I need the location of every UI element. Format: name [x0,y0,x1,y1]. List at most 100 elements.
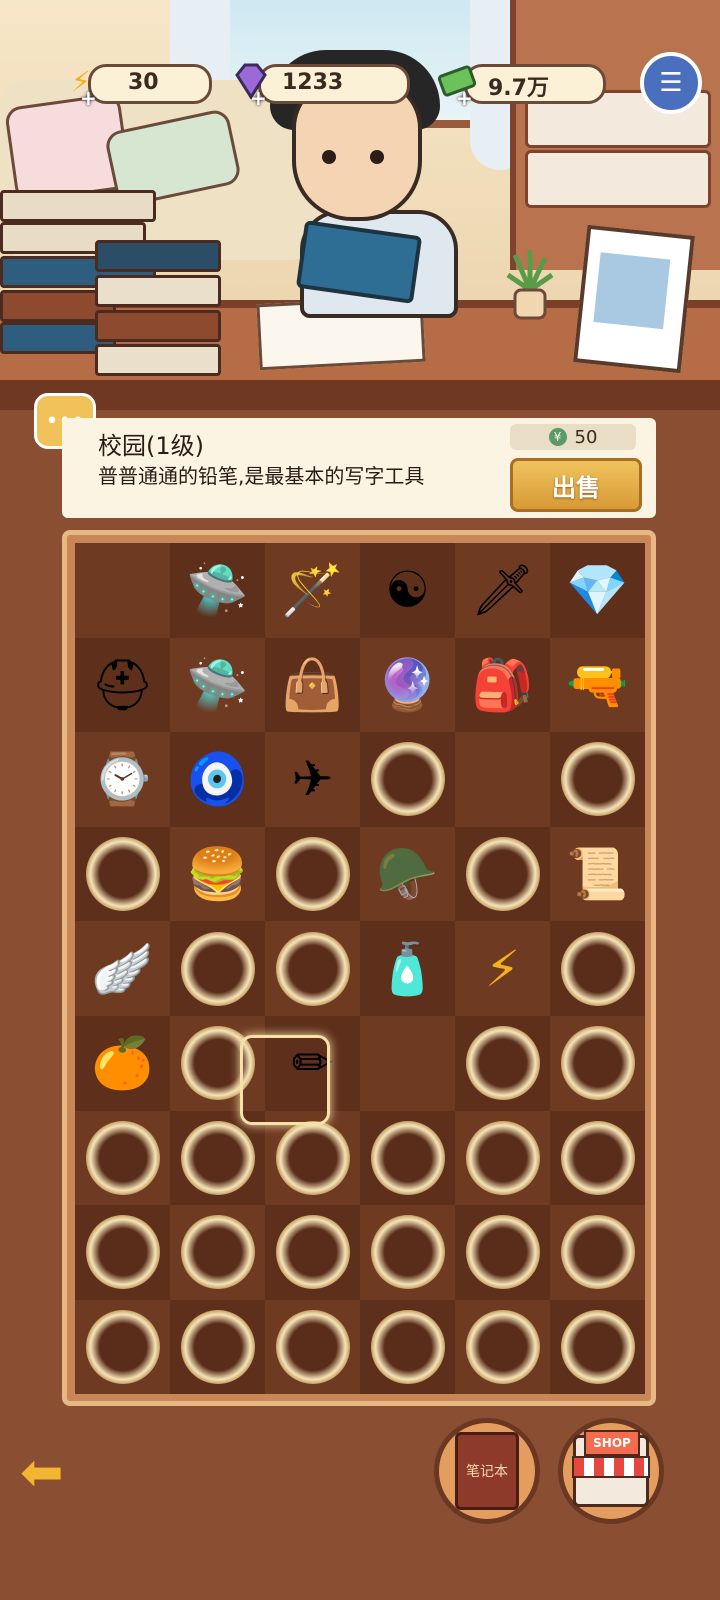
board-cell[interactable] [360,732,455,827]
board-cell[interactable]: 🔮 [360,637,455,733]
board-cell[interactable] [170,1299,265,1395]
board-cell[interactable] [455,1110,550,1206]
locked-cell-ring [370,1215,445,1290]
board-cell[interactable]: 🎒 [455,637,550,733]
energy-value: 30 [128,70,159,95]
board-cell[interactable] [360,1015,455,1111]
coin-icon: ¥ [548,428,567,446]
sell-button[interactable]: 出售 [510,458,642,512]
board-cell[interactable]: ⚡ [455,921,550,1016]
board-cell[interactable]: 🪄 [265,543,360,638]
spear-icon[interactable]: 🗡 [471,565,534,615]
board-cell[interactable] [75,1205,170,1300]
energy-counter[interactable]: 30 ⚡ + [60,60,212,110]
board-cell[interactable] [360,1205,455,1300]
board-cell[interactable] [455,1015,550,1111]
green-pendant-icon[interactable]: 🧿 [186,754,248,804]
board-cell[interactable]: 🛸 [170,543,265,638]
crystal-ball-icon[interactable]: 🔮 [376,660,438,710]
board-cell[interactable] [550,1299,645,1395]
board-cell[interactable] [75,826,170,922]
locked-cell-ring [465,1120,540,1195]
board-cell[interactable] [360,1299,455,1395]
toy-plane-icon[interactable]: ✈ [292,754,334,804]
board-cell[interactable]: 🪽 [75,921,170,1016]
locked-cell-ring [560,931,635,1006]
wristwatch-icon[interactable]: ⌚ [91,754,153,804]
board-cell[interactable]: 👜 [265,637,360,733]
lightning-energy-icon[interactable]: ⚡ [485,944,520,994]
board-cell[interactable] [455,826,550,922]
board-cell[interactable] [550,1205,645,1300]
bagua-amulet-icon[interactable]: ☯ [385,565,430,615]
board-cell[interactable] [455,1205,550,1300]
board-cell[interactable] [75,1110,170,1206]
scroll-icon[interactable]: 📜 [566,849,628,899]
add-cash-icon[interactable]: + [456,86,473,110]
pink-bottle-icon[interactable]: 🧴 [376,944,438,994]
locked-cell-ring [85,1120,160,1195]
selection-highlight [240,1035,330,1125]
board-cell[interactable] [75,1299,170,1395]
board-cell[interactable] [265,1205,360,1300]
board-cell[interactable]: 📜 [550,826,645,922]
burger-icon[interactable]: 🍔 [186,849,248,899]
board-cell[interactable]: 🧴 [360,921,455,1016]
board-cell[interactable] [360,1110,455,1206]
board-cell[interactable]: 🪖 [360,826,455,922]
board-cell[interactable]: 💎 [550,543,645,638]
board-cell[interactable]: 🔫 [550,637,645,733]
locked-cell-ring [180,1120,255,1195]
gems-counter[interactable]: 1233 + [230,60,410,110]
desk-edge [0,380,720,410]
add-energy-icon[interactable]: + [80,86,97,110]
board-cell[interactable]: 🛸 [170,637,265,733]
board-cell[interactable]: 🍊 [75,1015,170,1111]
board-cell[interactable] [455,1299,550,1395]
pistol-icon[interactable]: 🔫 [566,660,628,710]
board-cell[interactable]: ✈ [265,732,360,827]
ufo-icon[interactable]: 🛸 [186,660,248,710]
board-cell[interactable] [265,1299,360,1395]
board-cell[interactable]: 🍔 [170,826,265,922]
magic-staff-icon[interactable]: 🪄 [281,565,343,615]
board-cell[interactable]: ☯ [360,543,455,638]
board-cell[interactable] [550,921,645,1016]
viking-helmet-icon[interactable]: ⛑ [91,660,154,710]
shop-button[interactable]: SHOP [558,1418,664,1524]
board-cell[interactable] [265,921,360,1016]
book [95,344,221,376]
board-cell[interactable]: 🧿 [170,732,265,827]
character-eye [322,150,336,164]
stormtrooper-helmet-icon[interactable]: 🪖 [376,849,438,899]
locked-cell-ring [560,1026,635,1101]
add-gems-icon[interactable]: + [250,86,267,110]
board-cell[interactable] [75,543,170,638]
board-cell[interactable] [550,732,645,827]
back-arrow-button[interactable]: ⬅ [20,1447,90,1499]
board-cell[interactable]: ⛑ [75,637,170,733]
desk-calendar [573,224,695,374]
cash-counter[interactable]: 9.7万 + [436,60,606,110]
board-cell[interactable] [265,826,360,922]
notebook-button[interactable]: 笔记本 [434,1418,540,1524]
yellow-bag-icon[interactable]: 👜 [281,660,343,710]
orange-juice-jar-icon[interactable]: 🍊 [91,1038,153,1088]
book [0,190,156,222]
board-cell[interactable]: ⌚ [75,732,170,827]
board-cell[interactable] [455,732,550,827]
board-cell[interactable] [550,1110,645,1206]
board-cell[interactable] [170,1205,265,1300]
character-eye [370,150,384,164]
drone-icon[interactable]: 🛸 [186,565,248,615]
locked-cell-ring [370,742,445,817]
board-cell[interactable] [170,921,265,1016]
board-cell[interactable]: 🗡 [455,543,550,638]
board-cell[interactable] [550,1015,645,1111]
angel-wings-icon[interactable]: 🪽 [91,944,153,994]
quest-list-button[interactable]: ☰ [640,52,702,114]
purple-gem-icon[interactable]: 💎 [566,565,628,615]
book [95,275,221,307]
arrow-left-icon: ⬅ [20,1443,64,1503]
backpack-icon[interactable]: 🎒 [471,660,533,710]
